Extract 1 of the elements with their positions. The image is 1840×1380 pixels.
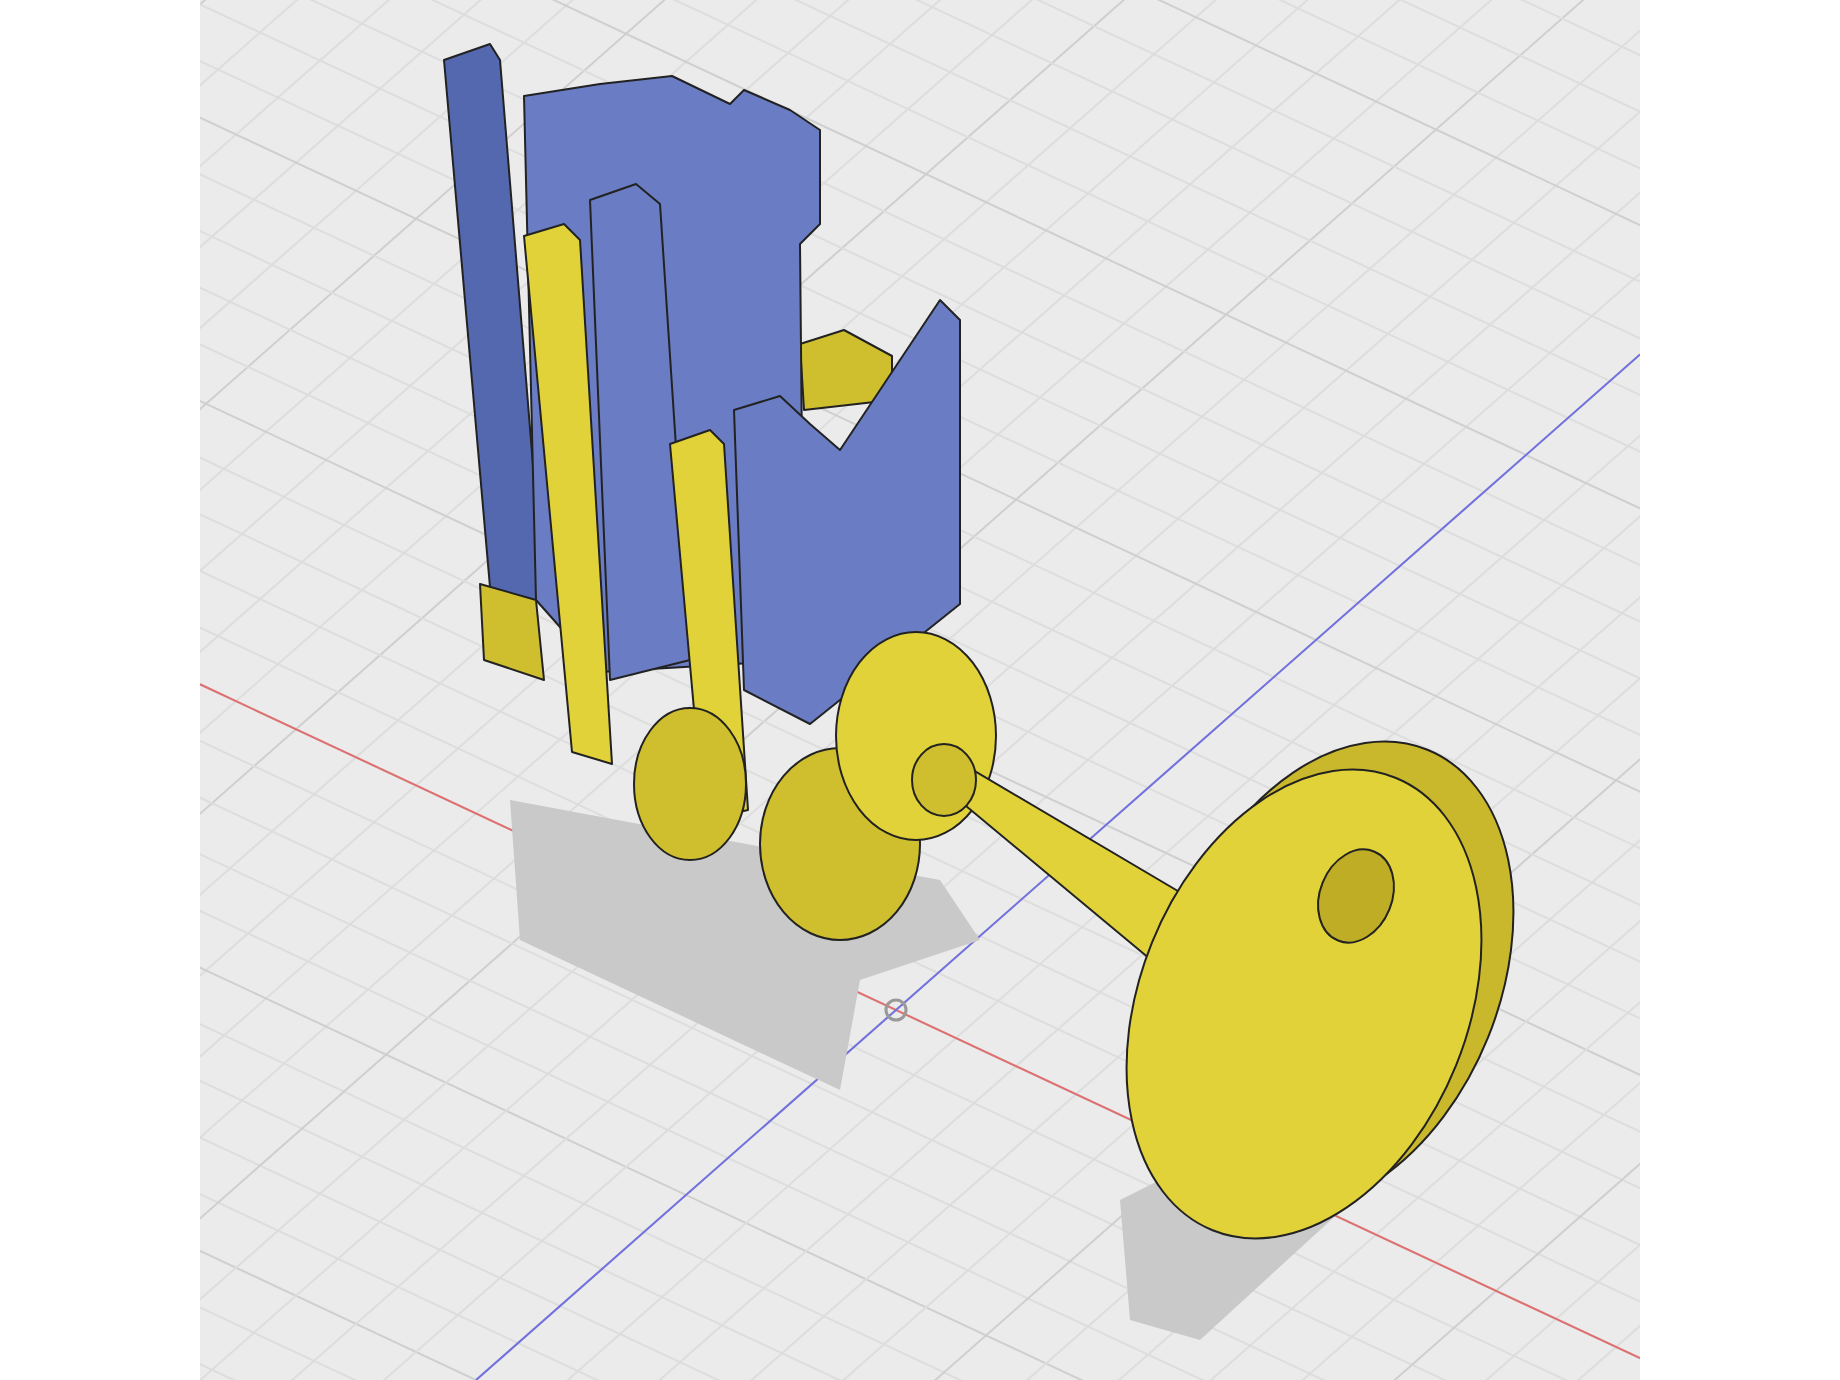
- origin-marker-icon: [884, 998, 908, 1022]
